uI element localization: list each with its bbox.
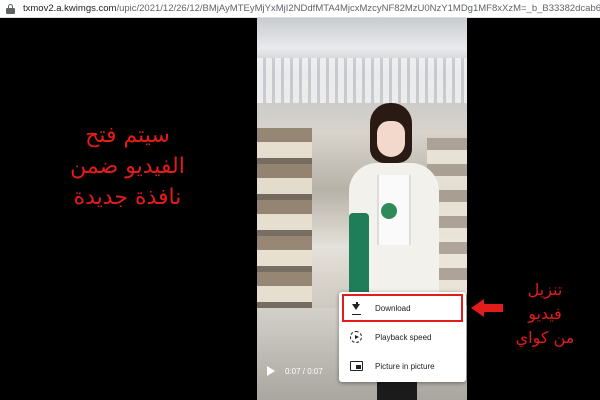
annotation-left: سيتم فتح الفيديو ضمن نافذة جديدة bbox=[40, 120, 215, 213]
annotation-left-line3: نافذة جديدة bbox=[73, 185, 182, 210]
annotation-right-line1: تنزيل bbox=[527, 280, 563, 299]
play-icon[interactable] bbox=[267, 366, 275, 376]
menu-item-playback-speed[interactable]: Playback speed bbox=[339, 323, 466, 352]
lock-icon[interactable] bbox=[6, 3, 15, 14]
address-bar[interactable]: txmov2.a.kwimgs.com/upic/2021/12/26/12/B… bbox=[0, 0, 600, 18]
playback-speed-icon bbox=[350, 331, 363, 344]
annotation-right-line2: فيديو bbox=[528, 304, 562, 323]
annotation-right: تنزيل فيديو من كواي bbox=[495, 278, 595, 350]
menu-item-picture-in-picture[interactable]: Picture in picture bbox=[339, 352, 466, 381]
download-highlight-box bbox=[342, 294, 463, 322]
annotation-left-line1: سيتم فتح bbox=[85, 123, 170, 148]
picture-in-picture-icon bbox=[350, 360, 363, 373]
menu-item-playback-speed-label: Playback speed bbox=[375, 333, 432, 342]
annotation-right-line3: من كواي bbox=[515, 328, 575, 347]
url-path: /upic/2021/12/26/12/BMjAyMTEyMjYxMjI2NDd… bbox=[116, 3, 600, 14]
url-host: txmov2.a.kwimgs.com bbox=[23, 3, 117, 14]
menu-item-picture-in-picture-label: Picture in picture bbox=[375, 362, 435, 371]
annotation-left-line2: الفيديو ضمن bbox=[70, 154, 185, 179]
url-text[interactable]: txmov2.a.kwimgs.com/upic/2021/12/26/12/B… bbox=[23, 3, 600, 14]
video-frame-ceiling bbox=[257, 58, 467, 103]
time-display: 0:07 / 0:07 bbox=[285, 366, 323, 376]
